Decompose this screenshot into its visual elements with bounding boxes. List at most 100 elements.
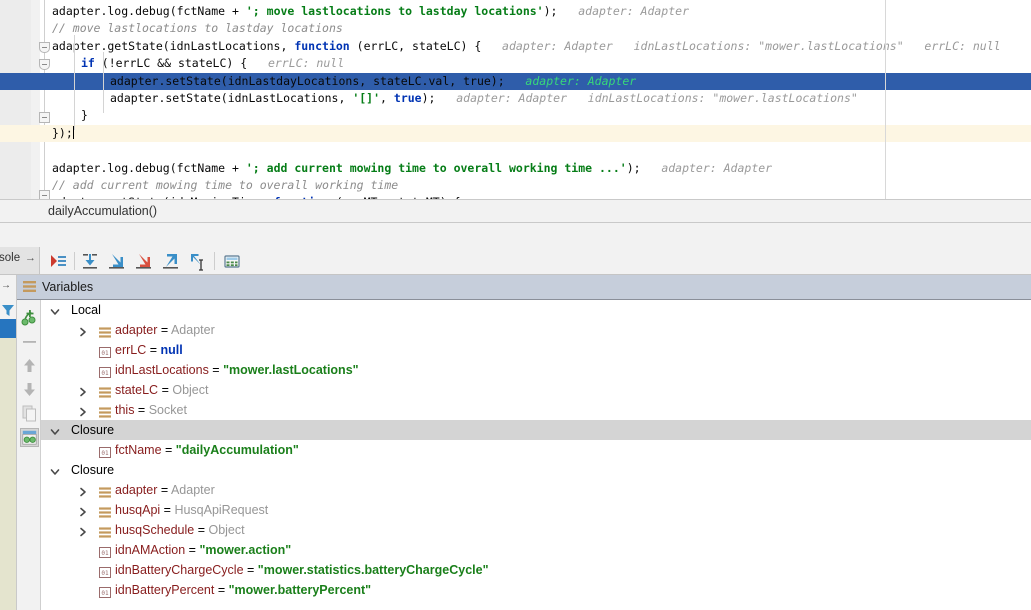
code-line[interactable]: adapter.getState(idnLastLocations, funct… <box>0 38 1031 55</box>
step-over-button[interactable] <box>79 250 101 272</box>
variable-name: fctName <box>115 443 162 457</box>
variable-entry: stateLC = Object <box>115 380 208 400</box>
variable-row[interactable]: husqSchedule = Object <box>41 520 1031 540</box>
chevron-down-icon[interactable] <box>49 464 61 476</box>
variable-row[interactable]: adapter = Adapter <box>41 480 1031 500</box>
variable-row[interactable]: husqApi = HusqApiRequest <box>41 500 1031 520</box>
variables-header: Variables <box>17 275 1031 300</box>
variable-row[interactable]: 01 idnLastLocations = "mower.lastLocation… <box>41 360 1031 380</box>
code-line-current[interactable]: adapter.setState(idnLastdayLocations, st… <box>0 72 1031 90</box>
code-line[interactable]: // add current mowing time to overall wo… <box>0 177 1031 194</box>
code-token: if <box>81 56 95 71</box>
chevron-down-icon[interactable] <box>49 424 61 436</box>
variable-name: errLC <box>115 343 147 357</box>
code-line[interactable] <box>0 142 1031 159</box>
chevron-right-icon[interactable] <box>77 484 89 497</box>
primitive-value-icon: 01 <box>99 584 111 598</box>
code-token: '; move lastlocations to lastday locatio… <box>245 4 544 18</box>
chevron-down-icon[interactable] <box>49 304 61 316</box>
breadcrumb[interactable]: dailyAccumulation() <box>0 199 1031 223</box>
scope-label: Closure <box>71 423 115 437</box>
chevron-right-icon[interactable] <box>77 524 89 537</box>
console-tab[interactable]: sole → <box>0 247 40 274</box>
chevron-right-icon[interactable] <box>77 324 89 337</box>
chevron-right-icon[interactable] <box>77 404 89 417</box>
evaluate-expression-button[interactable] <box>221 250 243 272</box>
equals-sign: = <box>161 443 176 457</box>
variables-scope-row[interactable]: Local <box>41 300 1031 320</box>
variable-name: stateLC <box>115 383 159 397</box>
variables-scope-row[interactable]: Closure <box>41 420 1031 440</box>
code-token: ); <box>626 160 641 175</box>
variable-value: "mower.batteryPercent" <box>228 583 372 597</box>
new-watch-button[interactable] <box>20 308 39 327</box>
svg-text:01: 01 <box>101 570 109 577</box>
code-token: adapter: Adapter <box>504 73 637 88</box>
equals-sign: = <box>157 483 171 497</box>
tool-window-left-strip[interactable]: → <box>0 275 17 610</box>
move-watch-up-button[interactable] <box>20 356 39 375</box>
variables-side-toolbar[interactable] <box>17 300 41 610</box>
right-margin-line <box>885 0 886 200</box>
code-line[interactable]: } <box>0 107 1031 124</box>
variable-entry: idnBatteryPercent = "mower.batteryPercen… <box>115 580 371 600</box>
chevron-right-icon[interactable] <box>77 504 89 517</box>
code-token: '; add current mowing time to overall wo… <box>245 160 627 175</box>
filter-icon[interactable] <box>1 303 15 317</box>
variable-row[interactable]: 01 idnAMAction = "mower.action" <box>41 540 1031 560</box>
primitive-value-icon: 01 <box>99 444 111 458</box>
force-step-into-button[interactable] <box>133 250 155 272</box>
variables-tree[interactable]: Local adapter = Adapter 01 errLC = null 01 id… <box>41 300 1031 610</box>
object-value-icon <box>99 384 111 398</box>
object-value-icon <box>99 324 111 338</box>
variable-row[interactable]: 01 errLC = null <box>41 340 1031 360</box>
variable-row[interactable]: 01 idnBatteryPercent = "mower.batteryPerc… <box>41 580 1031 600</box>
remove-watch-button[interactable] <box>20 332 39 351</box>
variable-row[interactable]: 01 fctName = "dailyAccumulation" <box>41 440 1031 460</box>
step-into-button[interactable] <box>106 250 128 272</box>
variable-entry: idnLastLocations = "mower.lastLocations" <box>115 360 359 380</box>
code-lines[interactable]: adapter.log.debug(fctName + '; move last… <box>0 0 1031 200</box>
variable-name: idnAMAction <box>115 543 186 557</box>
equals-sign: = <box>214 583 229 597</box>
variable-row[interactable]: stateLC = Object <box>41 380 1031 400</box>
code-token: function <box>294 38 350 53</box>
code-token: // move lastlocations to lastday locatio… <box>52 21 343 36</box>
copy-value-button[interactable] <box>20 404 39 423</box>
variable-entry: husqSchedule = Object <box>115 520 245 540</box>
variable-row[interactable]: this = Socket <box>41 400 1031 420</box>
code-token: adapter: Adapter idnLastLocations: "mowe… <box>481 38 1001 53</box>
variable-entry: adapter = Adapter <box>115 480 215 500</box>
console-tab-label: sole <box>0 252 21 264</box>
primitive-value-icon: 01 <box>99 364 111 378</box>
move-watch-down-button[interactable] <box>20 380 39 399</box>
variables-scope-row[interactable]: Closure <box>41 460 1031 480</box>
show-execution-point-button[interactable] <box>47 250 69 272</box>
code-line[interactable]: adapter.log.debug(fctName + '; move last… <box>0 3 1031 20</box>
code-line[interactable]: }); <box>0 124 1031 143</box>
code-line[interactable]: // move lastlocations to lastday locatio… <box>0 20 1031 37</box>
variable-row[interactable]: adapter = Adapter <box>41 320 1031 340</box>
variables-title: Variables <box>42 280 94 294</box>
code-line[interactable]: adapter.setState(idnLastLocations, '[]',… <box>0 90 1031 107</box>
code-token: adapter.log.debug(fctName + <box>52 160 246 175</box>
chevron-right-icon[interactable]: → <box>1 280 11 291</box>
code-token: }); <box>52 125 73 140</box>
breadcrumb-path[interactable]: dailyAccumulation() <box>48 204 157 218</box>
run-to-cursor-button[interactable] <box>187 250 209 272</box>
variable-entry: errLC = null <box>115 340 183 360</box>
variable-entry: husqApi = HusqApiRequest <box>115 500 268 520</box>
code-editor[interactable]: adapter.log.debug(fctName + '; move last… <box>0 0 1031 200</box>
code-token: adapter.setState(idnLastdayLocations, st… <box>110 73 505 88</box>
svg-text:01: 01 <box>101 590 109 597</box>
variable-row[interactable]: 01 idnBatteryChargeCycle = "mower.statist… <box>41 560 1031 580</box>
toolbar-separator <box>214 252 215 270</box>
variable-name: adapter <box>115 483 158 497</box>
debugger-toolbar[interactable]: sole → <box>0 247 1031 275</box>
inspect-button[interactable] <box>20 428 39 447</box>
equals-sign: = <box>157 323 171 337</box>
chevron-right-icon[interactable] <box>77 384 89 397</box>
code-line[interactable]: adapter.log.debug(fctName + '; add curre… <box>0 160 1031 177</box>
code-line[interactable]: if (!errLC && stateLC) { errLC: null <box>0 55 1031 72</box>
step-out-button[interactable] <box>160 250 182 272</box>
